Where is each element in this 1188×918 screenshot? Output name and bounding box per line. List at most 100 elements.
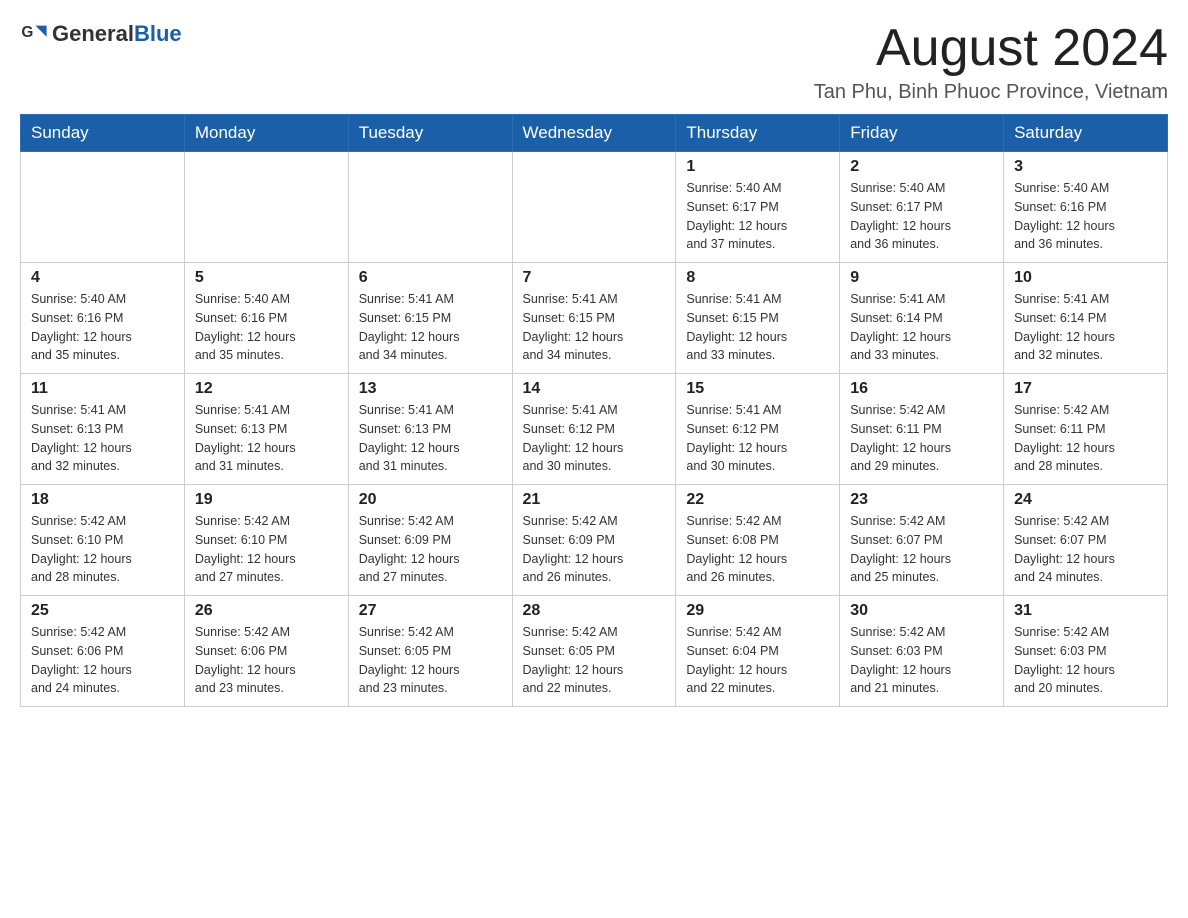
- calendar-cell: 24 Sunrise: 5:42 AMSunset: 6:07 PMDayligh…: [1004, 485, 1168, 596]
- day-info: Sunrise: 5:41 AMSunset: 6:12 PMDaylight:…: [686, 401, 829, 476]
- calendar-cell: 31 Sunrise: 5:42 AMSunset: 6:03 PMDayligh…: [1004, 596, 1168, 707]
- day-number: 10: [1014, 269, 1157, 287]
- day-info: Sunrise: 5:42 AMSunset: 6:09 PMDaylight:…: [523, 512, 666, 587]
- day-info: Sunrise: 5:42 AMSunset: 6:03 PMDaylight:…: [850, 623, 993, 698]
- day-info: Sunrise: 5:41 AMSunset: 6:15 PMDaylight:…: [523, 290, 666, 365]
- calendar-cell: 23 Sunrise: 5:42 AMSunset: 6:07 PMDayligh…: [840, 485, 1004, 596]
- day-info: Sunrise: 5:42 AMSunset: 6:08 PMDaylight:…: [686, 512, 829, 587]
- day-info: Sunrise: 5:41 AMSunset: 6:14 PMDaylight:…: [850, 290, 993, 365]
- day-number: 25: [31, 602, 174, 620]
- location-title: Tan Phu, Binh Phuoc Province, Vietnam: [814, 81, 1168, 104]
- day-number: 2: [850, 158, 993, 176]
- weekday-header-saturday: Saturday: [1004, 115, 1168, 152]
- day-info: Sunrise: 5:42 AMSunset: 6:11 PMDaylight:…: [1014, 401, 1157, 476]
- day-number: 18: [31, 491, 174, 509]
- weekday-header-sunday: Sunday: [21, 115, 185, 152]
- day-info: Sunrise: 5:41 AMSunset: 6:13 PMDaylight:…: [195, 401, 338, 476]
- day-info: Sunrise: 5:42 AMSunset: 6:07 PMDaylight:…: [1014, 512, 1157, 587]
- day-number: 28: [523, 602, 666, 620]
- day-info: Sunrise: 5:42 AMSunset: 6:04 PMDaylight:…: [686, 623, 829, 698]
- weekday-header-monday: Monday: [184, 115, 348, 152]
- calendar-cell: 15 Sunrise: 5:41 AMSunset: 6:12 PMDayligh…: [676, 374, 840, 485]
- calendar-cell: [184, 152, 348, 263]
- day-number: 29: [686, 602, 829, 620]
- calendar-cell: 26Sunrise: 5:42 AMSunset: 6:06 PMDayligh…: [184, 596, 348, 707]
- day-number: 21: [523, 491, 666, 509]
- day-info: Sunrise: 5:41 AMSunset: 6:15 PMDaylight:…: [686, 290, 829, 365]
- day-info: Sunrise: 5:40 AMSunset: 6:17 PMDaylight:…: [686, 179, 829, 254]
- day-number: 9: [850, 269, 993, 287]
- calendar-cell: 5Sunrise: 5:40 AMSunset: 6:16 PMDaylight…: [184, 263, 348, 374]
- calendar-cell: 4 Sunrise: 5:40 AMSunset: 6:16 PMDaylight…: [21, 263, 185, 374]
- calendar-cell: 29 Sunrise: 5:42 AMSunset: 6:04 PMDayligh…: [676, 596, 840, 707]
- day-info: Sunrise: 5:42 AMSunset: 6:05 PMDaylight:…: [523, 623, 666, 698]
- title-area: August 2024 Tan Phu, Binh Phuoc Province…: [814, 20, 1168, 104]
- day-number: 26: [195, 602, 338, 620]
- day-info: Sunrise: 5:41 AMSunset: 6:12 PMDaylight:…: [523, 401, 666, 476]
- calendar-cell: 30 Sunrise: 5:42 AMSunset: 6:03 PMDayligh…: [840, 596, 1004, 707]
- weekday-header-tuesday: Tuesday: [348, 115, 512, 152]
- day-info: Sunrise: 5:41 AMSunset: 6:14 PMDaylight:…: [1014, 290, 1157, 365]
- day-number: 19: [195, 491, 338, 509]
- calendar-cell: 6Sunrise: 5:41 AMSunset: 6:15 PMDaylight…: [348, 263, 512, 374]
- day-info: Sunrise: 5:41 AMSunset: 6:13 PMDaylight:…: [359, 401, 502, 476]
- week-row-3: 11 Sunrise: 5:41 AMSunset: 6:13 PMDayligh…: [21, 374, 1168, 485]
- day-number: 22: [686, 491, 829, 509]
- calendar-cell: 22 Sunrise: 5:42 AMSunset: 6:08 PMDayligh…: [676, 485, 840, 596]
- day-number: 4: [31, 269, 174, 287]
- calendar-cell: 13Sunrise: 5:41 AMSunset: 6:13 PMDayligh…: [348, 374, 512, 485]
- calendar-cell: 14 Sunrise: 5:41 AMSunset: 6:12 PMDayligh…: [512, 374, 676, 485]
- week-row-2: 4 Sunrise: 5:40 AMSunset: 6:16 PMDaylight…: [21, 263, 1168, 374]
- calendar-cell: 2Sunrise: 5:40 AMSunset: 6:17 PMDaylight…: [840, 152, 1004, 263]
- day-number: 1: [686, 158, 829, 176]
- calendar-cell: 17 Sunrise: 5:42 AMSunset: 6:11 PMDayligh…: [1004, 374, 1168, 485]
- day-number: 31: [1014, 602, 1157, 620]
- day-number: 23: [850, 491, 993, 509]
- day-info: Sunrise: 5:40 AMSunset: 6:16 PMDaylight:…: [31, 290, 174, 365]
- calendar-cell: 25 Sunrise: 5:42 AMSunset: 6:06 PMDayligh…: [21, 596, 185, 707]
- day-number: 24: [1014, 491, 1157, 509]
- calendar-cell: 8 Sunrise: 5:41 AMSunset: 6:15 PMDaylight…: [676, 263, 840, 374]
- day-number: 14: [523, 380, 666, 398]
- week-row-4: 18 Sunrise: 5:42 AMSunset: 6:10 PMDayligh…: [21, 485, 1168, 596]
- day-number: 27: [359, 602, 502, 620]
- day-info: Sunrise: 5:42 AMSunset: 6:09 PMDaylight:…: [359, 512, 502, 587]
- day-number: 17: [1014, 380, 1157, 398]
- day-number: 3: [1014, 158, 1157, 176]
- calendar-cell: 10 Sunrise: 5:41 AMSunset: 6:14 PMDayligh…: [1004, 263, 1168, 374]
- day-info: Sunrise: 5:41 AMSunset: 6:15 PMDaylight:…: [359, 290, 502, 365]
- day-number: 30: [850, 602, 993, 620]
- day-info: Sunrise: 5:42 AMSunset: 6:03 PMDaylight:…: [1014, 623, 1157, 698]
- day-number: 8: [686, 269, 829, 287]
- month-title: August 2024: [814, 20, 1168, 77]
- calendar-cell: [21, 152, 185, 263]
- svg-text:G: G: [21, 24, 33, 41]
- day-info: Sunrise: 5:42 AMSunset: 6:10 PMDaylight:…: [31, 512, 174, 587]
- calendar-cell: 21 Sunrise: 5:42 AMSunset: 6:09 PMDayligh…: [512, 485, 676, 596]
- calendar-cell: 16Sunrise: 5:42 AMSunset: 6:11 PMDayligh…: [840, 374, 1004, 485]
- calendar-cell: 7 Sunrise: 5:41 AMSunset: 6:15 PMDaylight…: [512, 263, 676, 374]
- day-number: 7: [523, 269, 666, 287]
- logo-general-text: General: [52, 21, 134, 46]
- calendar-cell: 12Sunrise: 5:41 AMSunset: 6:13 PMDayligh…: [184, 374, 348, 485]
- logo-icon: G: [20, 20, 48, 48]
- day-number: 15: [686, 380, 829, 398]
- page-header: G GeneralBlue August 2024 Tan Phu, Binh …: [20, 20, 1168, 104]
- weekday-header-thursday: Thursday: [676, 115, 840, 152]
- week-row-1: 1 Sunrise: 5:40 AMSunset: 6:17 PMDaylight…: [21, 152, 1168, 263]
- weekday-header-friday: Friday: [840, 115, 1004, 152]
- day-info: Sunrise: 5:40 AMSunset: 6:16 PMDaylight:…: [1014, 179, 1157, 254]
- day-info: Sunrise: 5:41 AMSunset: 6:13 PMDaylight:…: [31, 401, 174, 476]
- day-number: 20: [359, 491, 502, 509]
- day-info: Sunrise: 5:42 AMSunset: 6:06 PMDaylight:…: [31, 623, 174, 698]
- calendar-cell: [348, 152, 512, 263]
- calendar-cell: 1 Sunrise: 5:40 AMSunset: 6:17 PMDaylight…: [676, 152, 840, 263]
- day-info: Sunrise: 5:42 AMSunset: 6:07 PMDaylight:…: [850, 512, 993, 587]
- calendar-cell: [512, 152, 676, 263]
- weekday-header-wednesday: Wednesday: [512, 115, 676, 152]
- calendar-cell: 9 Sunrise: 5:41 AMSunset: 6:14 PMDaylight…: [840, 263, 1004, 374]
- day-number: 11: [31, 380, 174, 398]
- calendar-cell: 18 Sunrise: 5:42 AMSunset: 6:10 PMDayligh…: [21, 485, 185, 596]
- calendar-cell: 20 Sunrise: 5:42 AMSunset: 6:09 PMDayligh…: [348, 485, 512, 596]
- logo-blue-text: Blue: [134, 21, 182, 46]
